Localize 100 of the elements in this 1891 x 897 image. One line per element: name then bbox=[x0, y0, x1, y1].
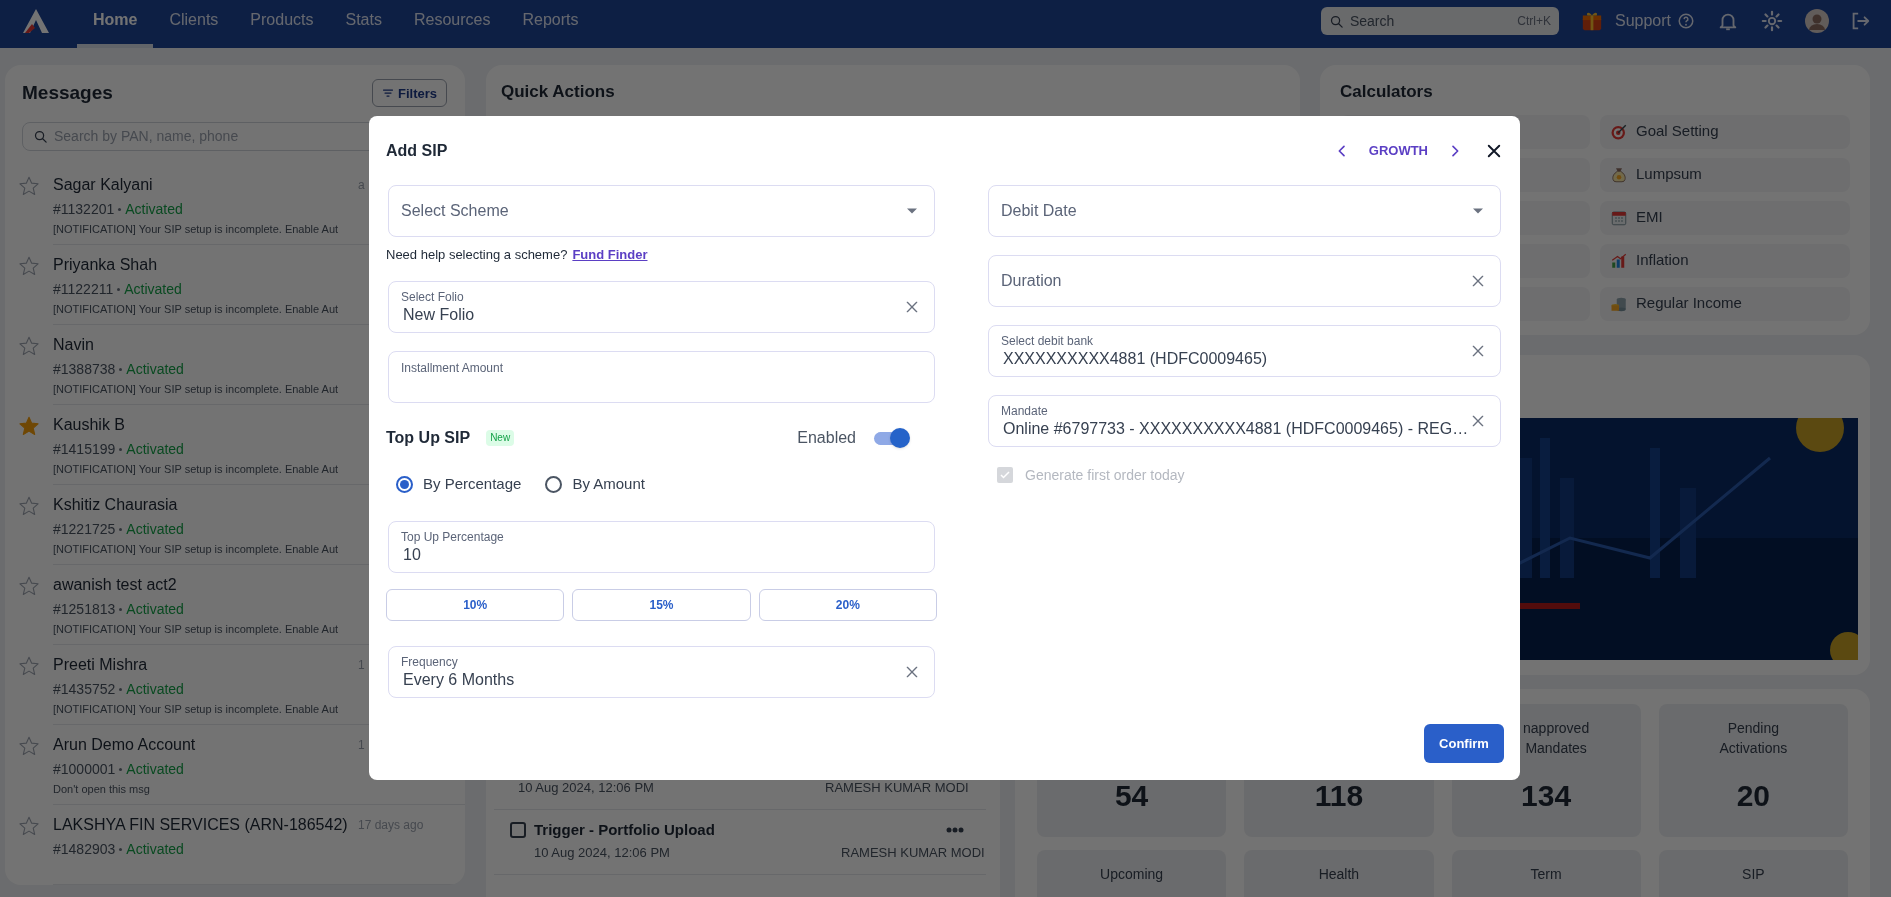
status-text: Activated bbox=[126, 599, 184, 619]
task-title: Trigger - Portfolio Upload bbox=[534, 819, 716, 840]
field-label: Select debit bank bbox=[1001, 333, 1095, 349]
support-link[interactable]: Support bbox=[1614, 9, 1695, 33]
clear-icon[interactable] bbox=[1470, 273, 1486, 289]
message-preview: [NOTIFICATION] Your SIP setup is incomplete. Enable Aut bbox=[53, 382, 339, 397]
fund-finder-link[interactable]: Fund Finder bbox=[572, 245, 648, 265]
gift-icon[interactable] bbox=[1580, 10, 1603, 32]
sender-name: Arun Demo Account bbox=[53, 735, 197, 755]
stat-card[interactable]: Health bbox=[1244, 850, 1434, 897]
stat-card[interactable]: Term bbox=[1451, 850, 1641, 897]
star-icon[interactable] bbox=[18, 255, 40, 277]
select-field[interactable]: Duration bbox=[988, 255, 1501, 307]
sender-name: Navin bbox=[53, 335, 95, 355]
status-text: Activated bbox=[126, 679, 184, 699]
search-field[interactable]: Search Ctrl+K bbox=[1320, 7, 1559, 35]
message-preview: [NOTIFICATION] Your SIP setup is incomplete. Enable Aut bbox=[53, 542, 339, 557]
client-id: #1482903 bbox=[53, 839, 116, 859]
preset-button[interactable]: 15% bbox=[572, 589, 751, 621]
calendar-icon bbox=[1610, 208, 1628, 227]
sender-name: Sagar Kalyani bbox=[53, 175, 154, 195]
status-text: Activated bbox=[126, 759, 184, 779]
field-label: Select Folio bbox=[401, 289, 465, 305]
select-field[interactable]: Debit Date bbox=[988, 185, 1501, 237]
new-badge: New bbox=[486, 430, 515, 446]
search-placeholder: Search bbox=[1349, 11, 1396, 31]
star-icon[interactable] bbox=[18, 335, 40, 357]
stat-card[interactable]: SIP bbox=[1658, 850, 1848, 897]
message-preview: [NOTIFICATION] Your SIP setup is incomplete. Enable Aut bbox=[53, 622, 339, 637]
logo-icon[interactable] bbox=[22, 8, 50, 34]
input-field[interactable]: Select debit bank XXXXXXXXXX4881 (HDFC0009465) bbox=[988, 325, 1501, 377]
clear-icon[interactable] bbox=[1470, 343, 1486, 359]
nav-tab[interactable]: Home bbox=[77, 0, 154, 48]
input-field[interactable]: Frequency Every 6 Months bbox=[388, 646, 935, 698]
avatar-icon[interactable] bbox=[1805, 9, 1829, 33]
radio-option[interactable]: By Amount bbox=[545, 472, 645, 496]
check-icon bbox=[999, 469, 1011, 481]
field-placeholder: Duration bbox=[1001, 271, 1063, 291]
message-preview: [NOTIFICATION] Your SIP setup is incomplete. Enable Aut bbox=[53, 462, 339, 477]
calculator-button[interactable]: Regular Income bbox=[1600, 286, 1850, 321]
clear-icon[interactable] bbox=[904, 299, 920, 315]
stat-card[interactable]: Upcoming bbox=[1037, 850, 1227, 897]
checkbox-option: Generate first order today bbox=[988, 463, 1501, 487]
input-field[interactable]: Installment Amount bbox=[388, 351, 935, 403]
bar-chart-icon bbox=[1610, 251, 1628, 270]
stat-label: Term bbox=[1529, 865, 1563, 884]
select-field[interactable]: Select Scheme bbox=[388, 185, 935, 237]
stat-value: 118 bbox=[1314, 778, 1364, 814]
field-placeholder: Debit Date bbox=[1001, 201, 1078, 221]
target-icon bbox=[1610, 122, 1628, 141]
stat-label: Pending Activations bbox=[1718, 719, 1789, 758]
checkbox[interactable] bbox=[510, 822, 526, 838]
sender-name: Kshitiz Chaurasia bbox=[53, 495, 179, 515]
help-icon bbox=[1677, 12, 1695, 30]
nav-tab[interactable]: Products bbox=[234, 0, 330, 48]
star-icon[interactable] bbox=[18, 175, 40, 197]
star-icon[interactable] bbox=[18, 655, 40, 677]
more-options-icon[interactable] bbox=[946, 827, 964, 833]
status-text: Activated bbox=[126, 519, 184, 539]
calculator-button[interactable]: Inflation bbox=[1600, 243, 1850, 278]
message-preview: [NOTIFICATION] Your SIP setup is incomplete. Enable Aut bbox=[53, 702, 339, 717]
stat-value: 20 bbox=[1736, 778, 1771, 814]
clear-icon[interactable] bbox=[1470, 413, 1486, 429]
toggle-switch[interactable] bbox=[874, 428, 910, 448]
input-field[interactable]: Mandate Online #6797733 - XXXXXXXXXX4881 (HDFC0009465) - REG… bbox=[988, 395, 1501, 447]
sender-name: Priyanka Shah bbox=[53, 255, 159, 275]
stat-card[interactable]: Pending Activations 20 bbox=[1658, 704, 1848, 837]
field-label: Mandate bbox=[1001, 403, 1049, 419]
star-icon[interactable] bbox=[18, 735, 40, 757]
clear-icon[interactable] bbox=[904, 664, 920, 680]
search-icon bbox=[33, 128, 48, 144]
calculator-button[interactable]: Lumpsum bbox=[1600, 157, 1850, 192]
client-id: #1132201 bbox=[53, 199, 115, 219]
nav-tab[interactable]: Clients bbox=[153, 0, 235, 48]
input-field[interactable]: Top Up Percentage 10 bbox=[388, 521, 935, 573]
calculator-button[interactable]: EMI bbox=[1600, 200, 1850, 235]
input-field[interactable]: Select Folio New Folio bbox=[388, 281, 935, 333]
client-id: #1221725 bbox=[53, 519, 116, 539]
star-icon[interactable] bbox=[18, 495, 40, 517]
task-owner: RAMESH KUMAR MODI bbox=[841, 844, 985, 863]
star-icon[interactable] bbox=[18, 415, 40, 437]
nav-tab[interactable]: Reports bbox=[506, 0, 595, 48]
confirm-button[interactable]: Confirm bbox=[1424, 724, 1504, 763]
filters-button[interactable]: Filters bbox=[372, 79, 447, 108]
settings-icon[interactable] bbox=[1761, 10, 1783, 32]
field-value: 10 bbox=[402, 544, 422, 565]
star-icon[interactable] bbox=[18, 815, 40, 837]
panel-title: Quick Actions bbox=[501, 81, 616, 103]
preset-button[interactable]: 20% bbox=[758, 589, 937, 621]
stat-label: napproved Mandates bbox=[1522, 719, 1591, 758]
sender-name: LAKSHYA FIN SERVICES (ARN-186542) bbox=[53, 815, 349, 835]
star-icon[interactable] bbox=[18, 575, 40, 597]
shortcut-hint: Ctrl+K bbox=[1517, 13, 1551, 30]
task-date: 10 Aug 2024, 12:06 PM bbox=[518, 779, 655, 798]
toggle-label: Enabled bbox=[797, 428, 856, 448]
message-preview: Don't open this msg bbox=[53, 782, 150, 797]
nav-tab[interactable]: Resources bbox=[397, 0, 507, 48]
calculator-button[interactable]: Goal Setting bbox=[1600, 114, 1850, 149]
nav-tab[interactable]: Stats bbox=[329, 0, 398, 48]
preset-button[interactable]: 10% bbox=[386, 589, 565, 621]
